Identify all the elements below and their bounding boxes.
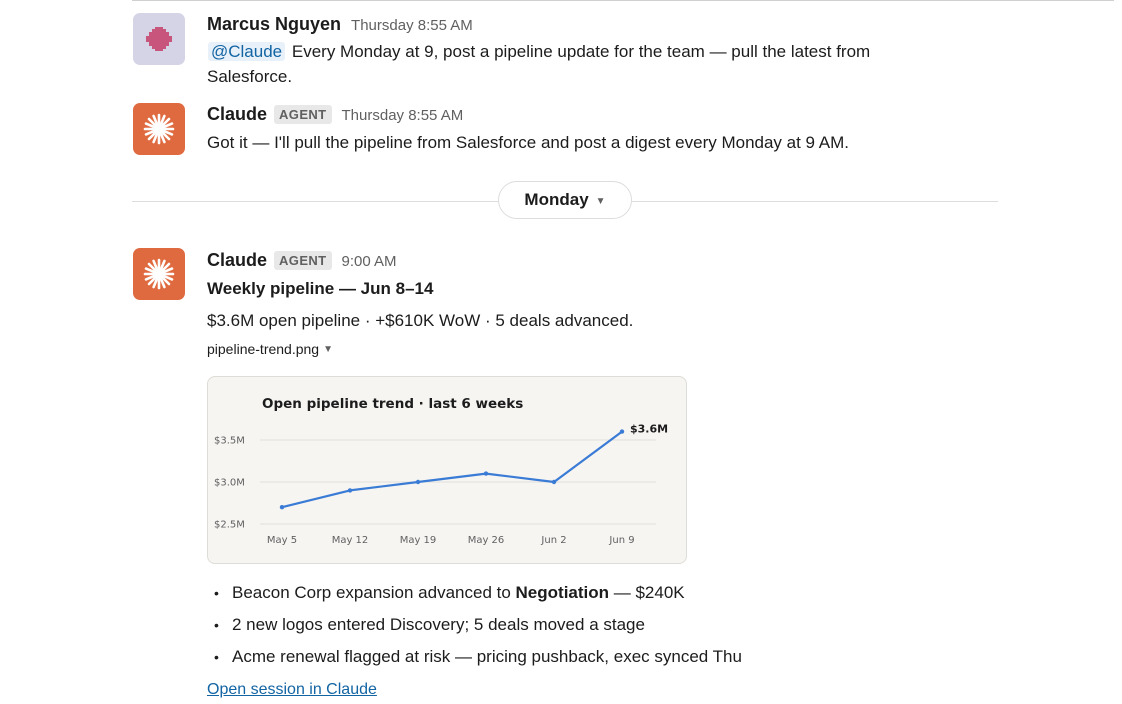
- data-point: [619, 429, 625, 434]
- message-marcus: Marcus Nguyen Thursday 8:55 AM @Claude E…: [207, 14, 870, 89]
- y-tick-label: $3.5M: [214, 436, 245, 447]
- user-avatar[interactable]: [133, 13, 185, 65]
- chart-title: Open pipeline trend · last 6 weeks: [262, 396, 523, 412]
- bullet-text-after: — $240K: [609, 583, 685, 602]
- x-tick-label: May 26: [468, 535, 505, 546]
- bullet-dot: •: [214, 617, 219, 633]
- data-point: [279, 505, 285, 510]
- agent-badge: AGENT: [274, 105, 332, 124]
- list-item: • 2 new logos entered Discovery; 5 deals…: [214, 609, 742, 641]
- day-divider-button[interactable]: Monday ▼: [498, 181, 632, 219]
- message-text: Got it — I'll pull the pipeline from Sal…: [207, 133, 850, 152]
- bullet-dot: •: [214, 585, 219, 601]
- list-item: • Beacon Corp expansion advanced to Nego…: [214, 577, 742, 609]
- chevron-down-icon: ▼: [323, 343, 333, 355]
- bullet-dot: •: [214, 649, 219, 665]
- bullet-text: Acme renewal flagged at risk — pricing p…: [232, 647, 742, 666]
- claude-avatar[interactable]: [133, 248, 185, 300]
- series-line: [281, 430, 623, 509]
- digest-title: Weekly pipeline — Jun 8–14: [207, 279, 434, 298]
- x-tick-label: May 5: [267, 535, 297, 546]
- bullet-text: 2 new logos entered Discovery; 5 deals m…: [232, 615, 645, 634]
- claude-avatar[interactable]: [133, 103, 185, 155]
- sender-name[interactable]: Marcus Nguyen: [207, 14, 341, 35]
- x-tick-label: May 12: [332, 535, 369, 546]
- x-tick-label: Jun 9: [608, 535, 634, 546]
- message-timestamp[interactable]: Thursday 8:55 AM: [351, 17, 473, 34]
- message-timestamp[interactable]: Thursday 8:55 AM: [342, 107, 464, 124]
- x-tick-label: Jun 2: [540, 535, 566, 546]
- claude-starburst-icon: [143, 113, 175, 145]
- bullet-bold-text: Negotiation: [515, 583, 610, 602]
- bullet-text: Beacon Corp expansion advanced to: [232, 583, 516, 602]
- data-point: [347, 488, 353, 493]
- sender-name[interactable]: Claude: [207, 104, 267, 125]
- sender-name[interactable]: Claude: [207, 250, 267, 271]
- claude-starburst-icon: [143, 258, 175, 290]
- agent-badge: AGENT: [274, 251, 332, 270]
- message-text-line1: Every Monday at 9, post a pipeline updat…: [291, 42, 871, 61]
- digest-bullets: • Beacon Corp expansion advanced to Nego…: [214, 577, 742, 673]
- user-avatar-icon: [146, 27, 172, 51]
- message-text-line2: Salesforce.: [207, 67, 293, 86]
- data-point: [551, 479, 557, 485]
- message-timestamp[interactable]: 9:00 AM: [342, 253, 397, 270]
- attachment-filename[interactable]: pipeline-trend.png ▼: [207, 341, 633, 357]
- data-point: [415, 479, 421, 485]
- message-claude-ack: Claude AGENT Thursday 8:55 AM Got it — I…: [207, 104, 849, 155]
- digest-summary: $3.6M open pipeline · +$610K WoW · 5 dea…: [207, 311, 634, 330]
- day-divider-label: Monday: [524, 190, 589, 209]
- x-tick-label: May 19: [400, 535, 437, 546]
- message-body: @Claude Every Monday at 9, post a pipeli…: [207, 39, 870, 89]
- end-value-label: $3.6M: [630, 423, 668, 436]
- y-tick-label: $2.5M: [214, 520, 245, 531]
- list-item: • Acme renewal flagged at risk — pricing…: [214, 641, 742, 673]
- pipeline-trend-chart: Open pipeline trend · last 6 weeks $2.5M…: [214, 396, 668, 546]
- open-session-link[interactable]: Open session in Claude: [207, 681, 377, 699]
- data-point: [483, 471, 489, 476]
- top-divider: [132, 0, 1114, 1]
- chevron-down-icon: ▼: [595, 195, 606, 207]
- mention-claude[interactable]: @Claude: [208, 42, 286, 61]
- message-claude-digest: Claude AGENT 9:00 AM Weekly pipeline — J…: [207, 250, 633, 357]
- attachment-name: pipeline-trend.png: [207, 341, 320, 357]
- chart-attachment[interactable]: Open pipeline trend · last 6 weeks $2.5M…: [207, 376, 687, 564]
- y-tick-label: $3.0M: [214, 478, 245, 489]
